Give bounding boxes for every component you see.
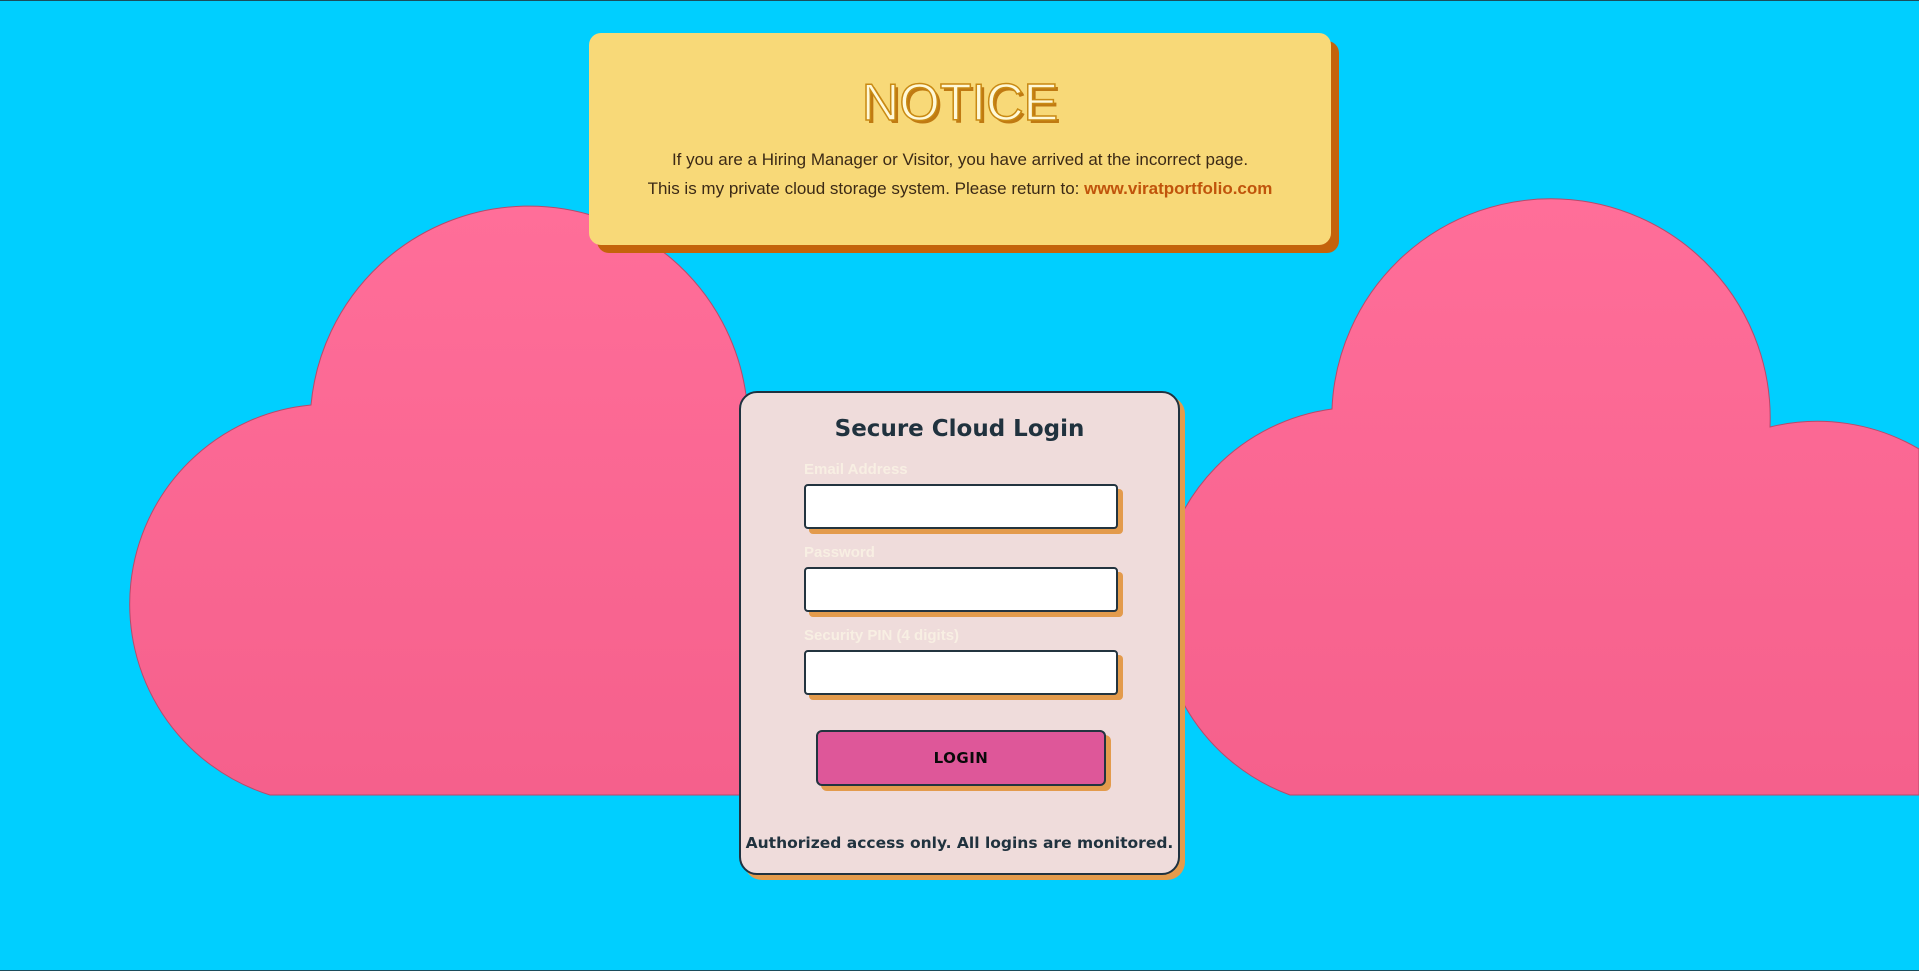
notice-line-1: If you are a Hiring Manager or Visitor, … <box>671 150 1249 169</box>
login-card: Secure Cloud Login Email Address Passwor… <box>739 391 1180 875</box>
pin-input[interactable] <box>804 650 1118 695</box>
notice-title: NOTICE <box>861 73 1059 133</box>
cloud-right <box>1158 198 1919 796</box>
email-input[interactable] <box>804 484 1118 529</box>
notice-banner: NOTICE If you are a Hiring Manager or Vi… <box>589 33 1331 245</box>
login-button[interactable]: LOGIN <box>816 730 1106 786</box>
login-footer-note: Authorized access only. All logins are m… <box>745 834 1174 852</box>
login-title: Secure Cloud Login <box>834 416 1085 442</box>
pin-label: Security PIN (4 digits) <box>804 627 960 644</box>
cloud-left <box>129 205 747 796</box>
password-input[interactable] <box>804 567 1118 612</box>
notice-line-2: This is my private cloud storage system.… <box>589 174 1331 203</box>
notice-body: If you are a Hiring Manager or Visitor, … <box>589 145 1331 203</box>
email-label: Email Address <box>804 461 908 478</box>
password-label: Password <box>804 544 875 561</box>
portfolio-link[interactable]: www.viratportfolio.com <box>1084 179 1272 198</box>
notice-line-2-text: This is my private cloud storage system.… <box>647 179 1085 198</box>
